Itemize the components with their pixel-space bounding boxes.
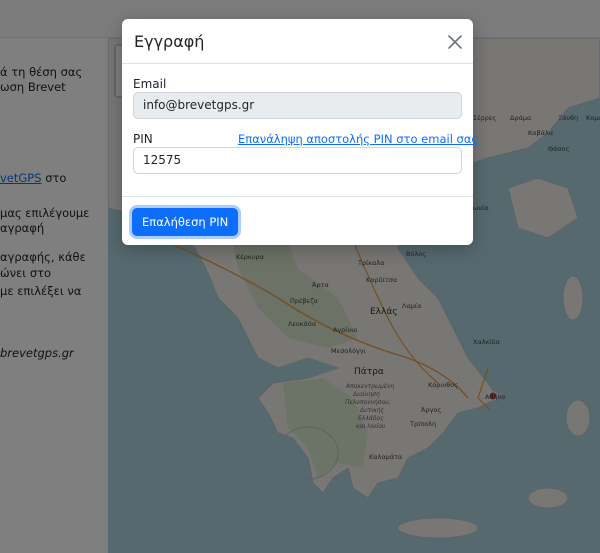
pin-label: PIN bbox=[133, 132, 153, 146]
registration-modal: Εγγραφή Email info@brevetgps.gr PIN Επαν… bbox=[122, 19, 478, 245]
close-icon bbox=[448, 35, 462, 49]
resend-pin-link[interactable]: Επανάληψη αποστολής PIN στο email σας bbox=[238, 132, 478, 146]
email-field[interactable]: info@brevetgps.gr bbox=[133, 92, 462, 119]
modal-header: Εγγραφή bbox=[122, 19, 473, 64]
modal-title: Εγγραφή bbox=[134, 32, 205, 51]
email-label: Email bbox=[133, 77, 167, 91]
pin-input[interactable]: 12575 bbox=[133, 147, 462, 174]
close-button[interactable] bbox=[445, 32, 465, 52]
verify-pin-button[interactable]: Επαλήθεση PIN bbox=[132, 208, 239, 236]
modal-footer: Επαλήθεση PIN bbox=[122, 196, 473, 245]
